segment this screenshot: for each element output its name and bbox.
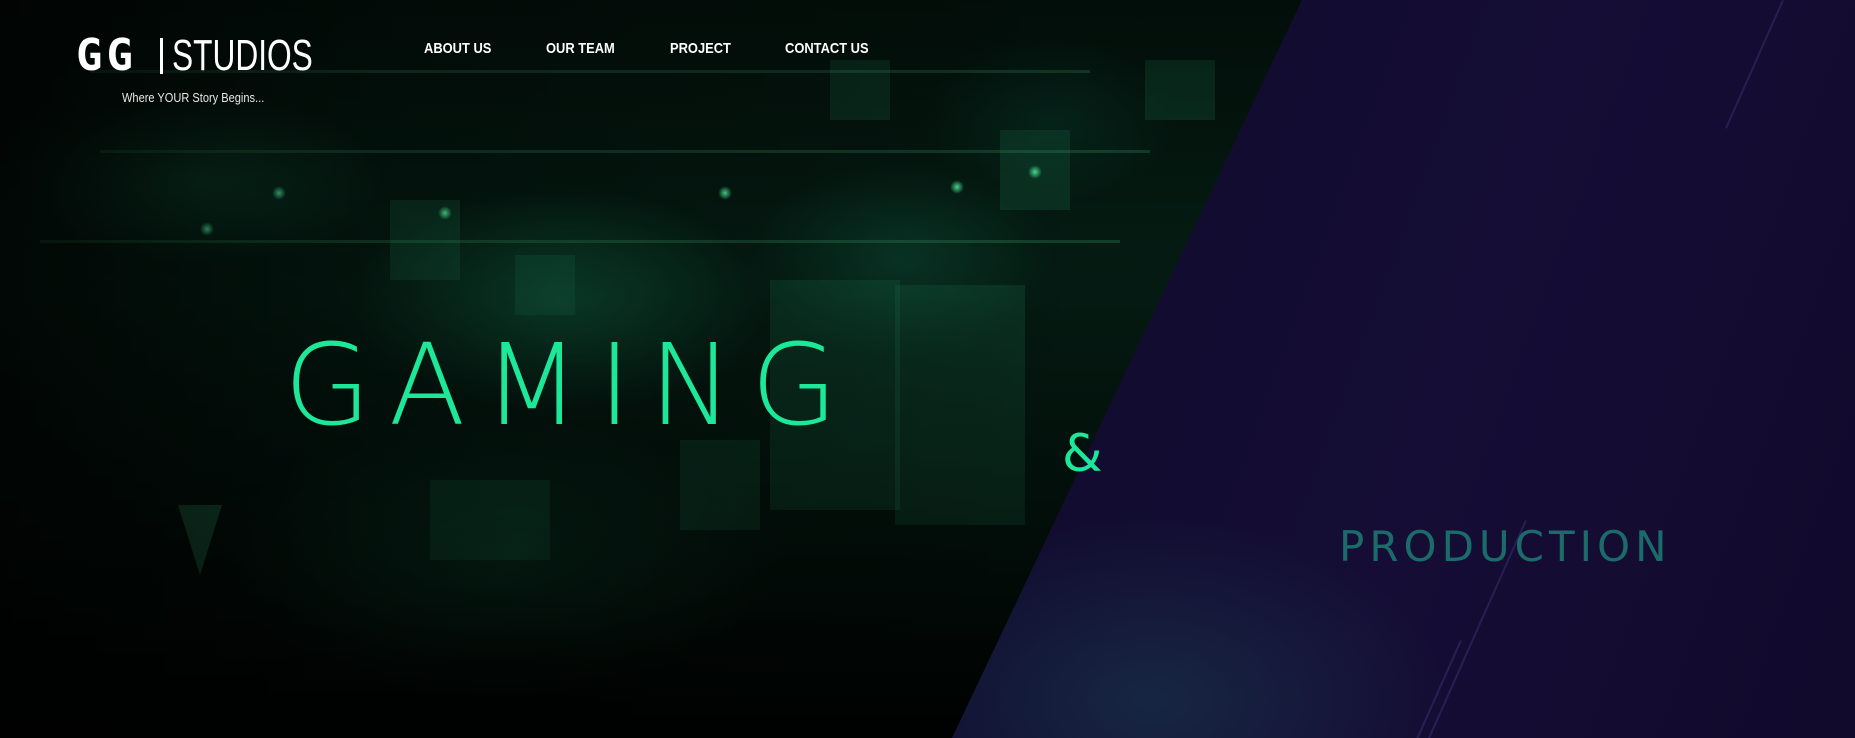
hero-title-production: PRODUCTION [1339,522,1672,571]
nav-item-contact-us[interactable]: CONTACT US [785,40,869,57]
hero-ampersand: & [1062,424,1103,484]
logo-tagline: Where YOUR Story Begins... [122,90,265,105]
nav-item-project[interactable]: PROJECT [670,40,731,57]
nav-item-about-us[interactable]: ABOUT US [424,40,491,57]
logo-divider [160,38,163,74]
nav-item-our-team[interactable]: OUR TEAM [546,40,615,57]
logo-gg: GG [76,30,137,81]
main-nav: ABOUT US OUR TEAM PROJECT CONTACT US [424,40,882,57]
logo-studios: STUDIOS [172,31,313,80]
hero-title-gaming: GAMING [284,321,856,451]
